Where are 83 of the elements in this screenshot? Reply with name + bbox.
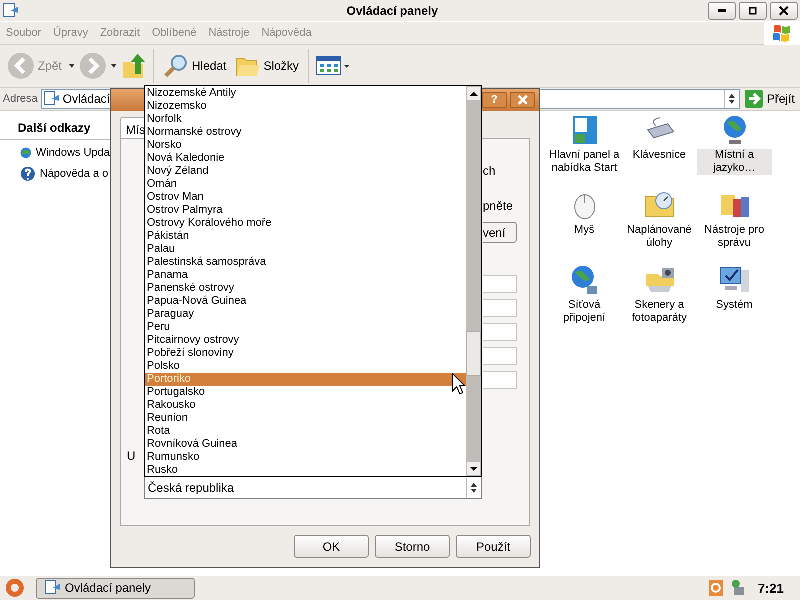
- list-option[interactable]: Nizozemsko: [145, 100, 466, 113]
- flag-logo-icon: [771, 23, 793, 43]
- settings-button[interactable]: vení: [483, 222, 517, 243]
- maximize-icon: [748, 6, 758, 16]
- ok-button[interactable]: OK: [294, 535, 369, 558]
- spinner-arrows-icon[interactable]: [470, 482, 478, 494]
- scroll-thumb[interactable]: [466, 331, 481, 376]
- list-option[interactable]: Pitcairnovy ostrovy: [145, 334, 466, 347]
- scroll-up-icon[interactable]: [470, 90, 478, 96]
- item-label[interactable]: Místní a jazyko…: [697, 149, 772, 175]
- go-arrow-icon: [744, 90, 763, 108]
- list-option[interactable]: Paraguay: [145, 308, 466, 321]
- list-option[interactable]: Rusko: [145, 464, 466, 477]
- maximize-button[interactable]: [739, 2, 767, 20]
- close-button[interactable]: [770, 2, 798, 20]
- close-icon: [518, 95, 528, 105]
- input-field[interactable]: [483, 323, 517, 341]
- tray-app-icon[interactable]: [708, 579, 724, 597]
- network-tray-icon[interactable]: [730, 579, 746, 597]
- item-label[interactable]: Myš: [572, 224, 597, 237]
- list-option[interactable]: Panenské ostrovy: [145, 282, 466, 295]
- search-icon: [163, 53, 190, 79]
- spinner-arrows-icon[interactable]: [728, 93, 736, 105]
- list-option[interactable]: Norsko: [145, 139, 466, 152]
- item-label[interactable]: Skenery a fotoaparáty: [622, 299, 697, 325]
- item-label[interactable]: Síťová připojení: [547, 299, 622, 325]
- apply-button[interactable]: Použít: [456, 535, 531, 558]
- input-field[interactable]: [483, 275, 517, 293]
- minimize-button[interactable]: [708, 2, 736, 20]
- list-option[interactable]: Pákistán: [145, 230, 466, 243]
- group-label: U: [127, 449, 137, 463]
- window-title: Ovládací panely: [346, 4, 440, 18]
- close-icon: [779, 6, 789, 16]
- list-option[interactable]: Nová Kaledonie: [145, 152, 466, 165]
- sidebar-link[interactable]: Windows Upda: [36, 147, 110, 159]
- list-option[interactable]: Rovníková Guinea: [145, 438, 466, 451]
- label-text: pněte: [483, 199, 514, 213]
- scrollbar[interactable]: [466, 86, 481, 476]
- list-option[interactable]: Rota: [145, 425, 466, 438]
- list-option[interactable]: Nizozemské Antily: [145, 87, 466, 100]
- list-option[interactable]: Papua-Nová Guinea: [145, 295, 466, 308]
- scroll-down-icon[interactable]: [470, 466, 478, 472]
- country-combo-box[interactable]: Česká republika: [144, 477, 482, 499]
- input-field[interactable]: [483, 347, 517, 365]
- list-option[interactable]: Omán: [145, 178, 466, 191]
- list-option[interactable]: Ostrovy Korálového moře: [145, 217, 466, 230]
- list-option[interactable]: Ostrov Palmyra: [145, 204, 466, 217]
- input-field[interactable]: [483, 371, 517, 389]
- views-icon[interactable]: [315, 54, 352, 78]
- minimize-icon: [718, 9, 726, 12]
- taskbar-button[interactable]: Ovládací panely: [36, 578, 195, 598]
- list-option[interactable]: Ostrov Man: [145, 191, 466, 204]
- item-label[interactable]: Naplánované úlohy: [622, 224, 697, 250]
- list-option[interactable]: Palau: [145, 243, 466, 256]
- sidebar-link[interactable]: Nápověda a o: [40, 168, 108, 180]
- cancel-button[interactable]: Storno: [375, 535, 450, 558]
- item-label[interactable]: Nástroje pro správu: [697, 224, 772, 250]
- input-field[interactable]: [483, 299, 517, 317]
- start-menu-icon[interactable]: [4, 577, 26, 599]
- list-option[interactable]: Panama: [145, 269, 466, 282]
- list-option[interactable]: Rakousko: [145, 399, 466, 412]
- list-option[interactable]: Nový Zéland: [145, 165, 466, 178]
- item-label[interactable]: Hlavní panel a nabídka Start: [547, 149, 622, 175]
- label-text: ch: [483, 164, 496, 178]
- search-button[interactable]: Hledat: [160, 51, 230, 81]
- item-label[interactable]: Klávesnice: [630, 149, 688, 162]
- list-option[interactable]: Palestinská samospráva: [145, 256, 466, 269]
- address-label: Adresa: [3, 93, 38, 105]
- list-option[interactable]: Peru: [145, 321, 466, 334]
- list-option[interactable]: Reunion: [145, 412, 466, 425]
- go-button[interactable]: Přejít: [742, 90, 800, 108]
- dropdown-arrow-icon[interactable]: [67, 63, 78, 69]
- list-option[interactable]: Rumunsko: [145, 451, 466, 464]
- list-option[interactable]: Polsko: [145, 360, 466, 373]
- list-option[interactable]: Pobřeží slonoviny: [145, 347, 466, 360]
- globe-icon: [20, 145, 32, 161]
- clock: 7:21: [758, 580, 784, 596]
- mouse-pointer-icon: [452, 373, 466, 395]
- dropdown-arrow-icon[interactable]: [109, 63, 120, 69]
- help-icon: [20, 166, 36, 182]
- folders-button[interactable]: Složky: [232, 52, 302, 80]
- item-label[interactable]: Systém: [714, 299, 755, 312]
- control-panel-icon: [45, 580, 61, 596]
